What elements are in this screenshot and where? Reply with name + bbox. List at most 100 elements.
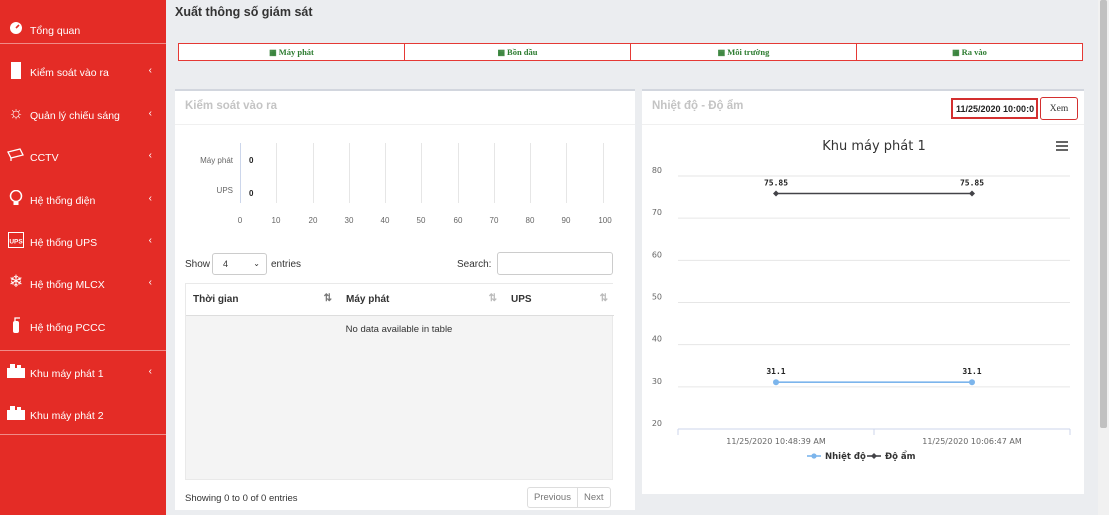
column-header-generator[interactable]: Máy phát ⇅ bbox=[338, 284, 503, 316]
chevron-left-icon: ‹ bbox=[148, 365, 152, 377]
x-tick-label: 20 bbox=[308, 216, 318, 225]
door-icon bbox=[6, 60, 26, 80]
sidebar-item-mlcx[interactable]: ❄ Hệ thống MLCX ‹ bbox=[0, 270, 166, 294]
column-header-time[interactable]: Thời gian ⇅ bbox=[186, 284, 338, 316]
fire-extinguisher-icon bbox=[6, 315, 26, 335]
panel-divider bbox=[642, 124, 1084, 125]
view-button[interactable]: Xem bbox=[1040, 97, 1078, 120]
legend-label: Độ ẩm bbox=[885, 451, 916, 462]
x-tick-label: 100 bbox=[598, 216, 612, 225]
x-tick-label: 50 bbox=[416, 216, 426, 225]
pagination: Previous Next bbox=[527, 487, 611, 508]
table-info: Showing 0 to 0 of 0 entries bbox=[185, 493, 298, 504]
sort-icon: ⇅ bbox=[323, 293, 332, 304]
sidebar-item-label: Khu máy phát 2 bbox=[30, 410, 104, 422]
table-icon: ▦ bbox=[952, 47, 960, 57]
gridline bbox=[313, 143, 314, 203]
bar-category-label: Máy phát bbox=[200, 156, 233, 165]
bar-category-label: UPS bbox=[216, 186, 233, 195]
tab-oil-tank[interactable]: ▦ Bồn dầu bbox=[405, 44, 631, 60]
scrollbar-thumb[interactable] bbox=[1100, 0, 1107, 428]
sort-icon: ⇅ bbox=[599, 293, 608, 304]
sidebar-item-pccc[interactable]: Hệ thống PCCC bbox=[0, 313, 166, 337]
tab-access[interactable]: ▦ Ra vào bbox=[857, 44, 1082, 60]
svg-text:UPS: UPS bbox=[9, 239, 23, 246]
x-tick-label: 30 bbox=[344, 216, 354, 225]
tab-label: Môi trường bbox=[727, 47, 770, 57]
gridline bbox=[494, 143, 495, 203]
x-tick-label: 80 bbox=[525, 216, 535, 225]
data-label: 31.1 bbox=[766, 367, 785, 376]
data-point bbox=[969, 190, 975, 197]
data-table: Thời gian ⇅ Máy phát ⇅ UPS ⇅ No data ava… bbox=[185, 283, 614, 480]
x-tick-label: 10 bbox=[271, 216, 281, 225]
sidebar-item-label: Hệ thống MLCX bbox=[30, 279, 105, 291]
tab-label: Ra vào bbox=[961, 47, 987, 57]
next-button[interactable]: Next bbox=[576, 488, 610, 507]
ups-icon: UPS bbox=[6, 230, 26, 250]
sidebar-item-cctv[interactable]: CCTV ‹ bbox=[0, 143, 166, 167]
gridline bbox=[603, 143, 604, 203]
table-icon: ▦ bbox=[269, 47, 277, 57]
tab-label: Máy phát bbox=[278, 47, 314, 57]
sidebar: Tổng quan Kiểm soát vào ra ‹ ☼ Quản lý c… bbox=[0, 0, 166, 515]
sidebar-item-label: Quản lý chiếu sáng bbox=[30, 110, 120, 122]
entries-select[interactable]: 4 ⌄ bbox=[212, 253, 267, 275]
sidebar-item-label: Hệ thống UPS bbox=[30, 237, 98, 249]
sidebar-item-access-control[interactable]: Kiểm soát vào ra ‹ bbox=[0, 58, 166, 82]
data-label: 75.85 bbox=[960, 178, 984, 187]
entries-label: entries bbox=[271, 259, 302, 270]
chevron-down-icon: ⌄ bbox=[253, 259, 260, 268]
gridline bbox=[458, 143, 459, 203]
y-tick-label: 30 bbox=[652, 377, 662, 386]
tab-environment[interactable]: ▦ Môi trường bbox=[631, 44, 857, 60]
gridline bbox=[349, 143, 350, 203]
y-tick-label: 80 bbox=[652, 166, 662, 175]
search-input[interactable] bbox=[497, 252, 613, 275]
sidebar-item-generator-2[interactable]: Khu máy phát 2 bbox=[0, 401, 166, 425]
legend-marker bbox=[811, 453, 817, 459]
gridline bbox=[385, 143, 386, 203]
date-input[interactable]: 11/25/2020 10:00:0 bbox=[951, 98, 1038, 119]
y-tick-label: 40 bbox=[652, 335, 662, 344]
sidebar-divider bbox=[0, 43, 166, 44]
generator-icon bbox=[6, 361, 26, 381]
chevron-left-icon: ‹ bbox=[148, 276, 152, 288]
chevron-left-icon: ‹ bbox=[148, 234, 152, 246]
bar-value-label: 0 bbox=[249, 189, 254, 198]
chevron-left-icon: ‹ bbox=[148, 64, 152, 76]
line-chart: Khu máy phát 1 80 70 60 50 40 30 20 11/25/2020 1… bbox=[652, 139, 1071, 462]
sidebar-item-generator-1[interactable]: Khu máy phát 1 ‹ bbox=[0, 359, 166, 383]
snowflake-icon: ❄ bbox=[8, 272, 24, 291]
y-tick-label: 50 bbox=[652, 293, 662, 302]
empty-table-message: No data available in table bbox=[345, 324, 453, 335]
export-tabs: ▦ Máy phát ▦ Bồn dầu ▦ Môi trường ▦ Ra vào bbox=[178, 43, 1083, 61]
data-point bbox=[773, 379, 779, 386]
sidebar-item-lighting[interactable]: ☼ Quản lý chiếu sáng ‹ bbox=[0, 101, 166, 125]
gridline bbox=[276, 143, 277, 203]
hamburger-icon[interactable] bbox=[1056, 141, 1068, 151]
tab-label: Bồn dầu bbox=[507, 47, 538, 57]
data-point bbox=[969, 379, 975, 386]
panel-divider bbox=[175, 124, 635, 125]
sidebar-item-overview[interactable]: Tổng quan bbox=[0, 16, 166, 40]
previous-button[interactable]: Previous bbox=[528, 488, 577, 507]
sidebar-divider bbox=[0, 434, 166, 435]
sort-icon: ⇅ bbox=[488, 293, 497, 304]
column-header-ups[interactable]: UPS ⇅ bbox=[503, 284, 614, 316]
y-tick-label: 20 bbox=[652, 419, 662, 428]
sidebar-item-label: CCTV bbox=[30, 152, 59, 164]
tab-generator[interactable]: ▦ Máy phát bbox=[179, 44, 405, 60]
column-header-label: UPS bbox=[511, 294, 532, 305]
sidebar-item-label: Hệ thống PCCC bbox=[30, 322, 106, 334]
chart-axis bbox=[240, 143, 241, 203]
sidebar-item-ups[interactable]: UPS Hệ thống UPS ‹ bbox=[0, 228, 166, 252]
data-label: 75.85 bbox=[764, 178, 788, 187]
sidebar-item-label: Hệ thống điện bbox=[30, 195, 96, 207]
chevron-left-icon: ‹ bbox=[148, 149, 152, 161]
sidebar-item-electric[interactable]: Hệ thống điện ‹ bbox=[0, 186, 166, 210]
y-tick-label: 60 bbox=[652, 250, 662, 259]
sidebar-item-label: Kiểm soát vào ra bbox=[30, 67, 109, 79]
data-point bbox=[773, 190, 779, 197]
x-tick-label: 40 bbox=[380, 216, 390, 225]
